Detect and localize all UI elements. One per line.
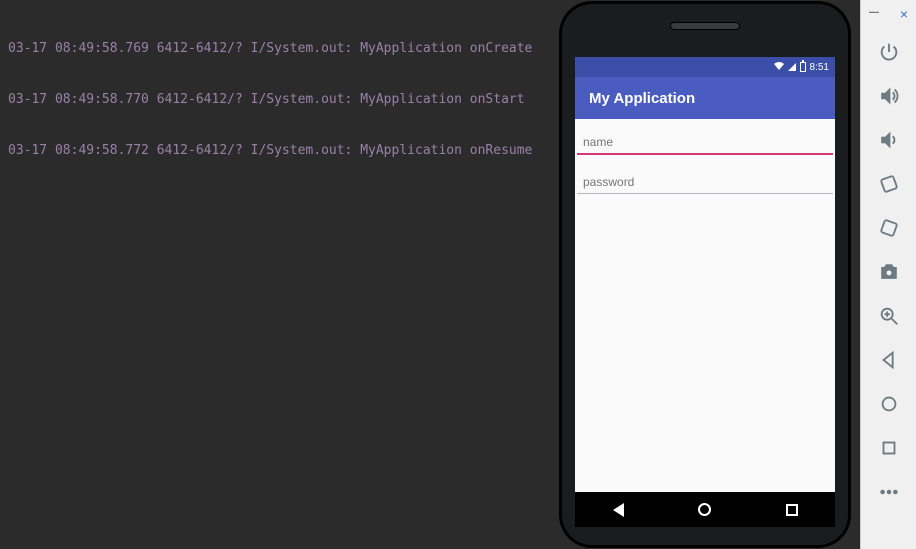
emulator-device-frame: 8:51 My Application xyxy=(560,2,850,547)
name-field[interactable] xyxy=(577,131,833,155)
device-speaker xyxy=(670,22,740,30)
log-line: 03-17 08:49:58.772 6412-6412/? I/System.… xyxy=(8,142,552,159)
clock-text: 8:51 xyxy=(810,62,829,73)
overview-button[interactable] xyxy=(869,428,909,468)
status-bar: 8:51 xyxy=(575,57,835,77)
volume-up-button[interactable] xyxy=(869,76,909,116)
app-bar: My Application xyxy=(575,77,835,119)
log-line: 03-17 08:49:58.770 6412-6412/? I/System.… xyxy=(8,91,552,108)
window-controls: – × xyxy=(861,4,916,30)
emulator-toolbar: – × xyxy=(860,0,916,549)
nav-back-button[interactable] xyxy=(610,502,626,518)
volume-down-button[interactable] xyxy=(869,120,909,160)
rotate-right-button[interactable] xyxy=(869,208,909,248)
device-screen[interactable]: 8:51 My Application xyxy=(575,57,835,492)
wifi-icon xyxy=(774,62,784,73)
home-button[interactable] xyxy=(869,384,909,424)
more-button[interactable] xyxy=(869,472,909,512)
nav-overview-button[interactable] xyxy=(784,502,800,518)
zoom-button[interactable] xyxy=(869,296,909,336)
signal-icon xyxy=(788,63,796,71)
app-title: My Application xyxy=(589,90,695,107)
window-minimize-button[interactable]: – xyxy=(869,6,879,22)
password-field[interactable] xyxy=(577,171,833,194)
battery-icon xyxy=(800,62,806,72)
back-button[interactable] xyxy=(869,340,909,380)
power-button[interactable] xyxy=(869,32,909,72)
log-line: 03-17 08:49:58.769 6412-6412/? I/System.… xyxy=(8,40,552,57)
rotate-left-button[interactable] xyxy=(869,164,909,204)
login-form xyxy=(575,119,835,208)
android-nav-bar xyxy=(575,492,835,527)
window-close-button[interactable]: × xyxy=(900,6,908,22)
logcat-output: 03-17 08:49:58.769 6412-6412/? I/System.… xyxy=(0,0,560,549)
nav-home-button[interactable] xyxy=(697,502,713,518)
screenshot-button[interactable] xyxy=(869,252,909,292)
